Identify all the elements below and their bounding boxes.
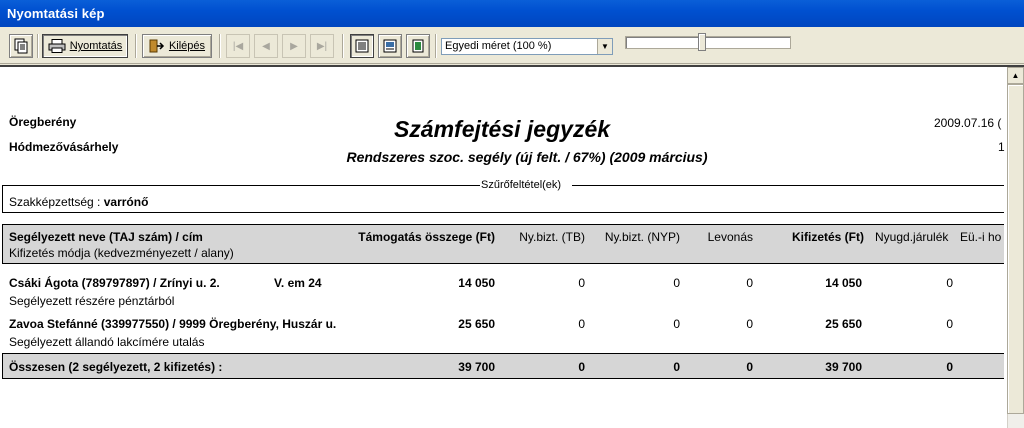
filter-row: Szakképzettség : varrónő bbox=[9, 195, 148, 209]
filter-caption: Szűrőfeltétel(ek) bbox=[481, 179, 562, 191]
row-1-pension: 0 bbox=[946, 276, 953, 290]
row-1-name: Csáki Ágota (789797897) / Zrínyi u. 2. bbox=[9, 276, 220, 290]
row-1-extra: V. em 24 bbox=[274, 276, 322, 290]
report-page: Öregberény Hódmezővásárhely Számfejtési … bbox=[0, 67, 1007, 428]
whole-page-icon bbox=[383, 39, 397, 53]
view-whole-page-button[interactable] bbox=[378, 34, 402, 58]
total-pension: 0 bbox=[946, 360, 953, 374]
window-title: Nyomtatási kép bbox=[7, 6, 105, 21]
header-band-left bbox=[2, 224, 3, 264]
zoom-slider-thumb[interactable] bbox=[698, 33, 706, 51]
exit-door-icon bbox=[149, 39, 165, 53]
print-preview-viewport: Öregberény Hódmezővásárhely Számfejtési … bbox=[0, 65, 1024, 428]
col-header-pension: Nyugd.járulék bbox=[875, 230, 949, 244]
last-page-icon: ▶| bbox=[316, 40, 328, 52]
first-page-icon: |◀ bbox=[232, 40, 244, 52]
row-1-payout: 14 050 bbox=[825, 276, 862, 290]
col-header-name: Segélyezett neve (TAJ szám) / cím bbox=[9, 230, 203, 244]
row-1-support: 14 050 bbox=[458, 276, 495, 290]
exit-button[interactable]: Kilépés bbox=[142, 34, 212, 58]
row-1-deduction: 0 bbox=[746, 276, 753, 290]
scrollbar-thumb[interactable] bbox=[1007, 84, 1024, 414]
col-header-tb: Ny.bizt. (TB) bbox=[519, 230, 585, 244]
toolbar-separator bbox=[37, 34, 39, 58]
previous-page-icon: ◀ bbox=[262, 40, 270, 52]
filter-value: varrónő bbox=[103, 195, 149, 209]
toolbar-separator bbox=[219, 34, 221, 58]
next-page-icon: ▶ bbox=[290, 40, 298, 52]
header-band-bottom bbox=[2, 263, 1004, 264]
total-deduction: 0 bbox=[746, 360, 753, 374]
page-setup-icon bbox=[14, 38, 28, 54]
exit-button-label: Kilépés bbox=[168, 40, 206, 52]
row-1-tb: 0 bbox=[578, 276, 585, 290]
first-page-button[interactable]: |◀ bbox=[226, 34, 250, 58]
toolbar-separator bbox=[435, 34, 437, 58]
row-2-payment-mode: Segélyezett állandó lakcímére utalás bbox=[9, 335, 205, 349]
total-nyp: 0 bbox=[673, 360, 680, 374]
row-1-nyp: 0 bbox=[673, 276, 680, 290]
total-support: 39 700 bbox=[458, 360, 495, 374]
zoom-slider[interactable] bbox=[625, 33, 793, 51]
col-header-health: Eü.-i ho bbox=[960, 230, 1002, 244]
vertical-scrollbar[interactable]: ▲ bbox=[1007, 67, 1024, 428]
zoom-select[interactable]: Egyedi méret (100 %) ▼ bbox=[441, 38, 613, 55]
page-number: 1 bbox=[998, 140, 1005, 154]
printer-icon bbox=[48, 39, 66, 53]
row-2-pension: 0 bbox=[946, 317, 953, 331]
zoom-select-value: Egyedi méret (100 %) bbox=[445, 40, 552, 52]
row-2-support: 25 650 bbox=[458, 317, 495, 331]
col-header-payment-mode: Kifizetés módja (kedvezményezett / alany… bbox=[9, 246, 234, 260]
actual-size-icon bbox=[412, 39, 424, 53]
page-width-icon bbox=[355, 39, 369, 53]
total-payout: 39 700 bbox=[825, 360, 862, 374]
col-header-payout: Kifizetés (Ft) bbox=[792, 230, 864, 244]
total-band-left bbox=[2, 353, 3, 379]
total-tb: 0 bbox=[578, 360, 585, 374]
row-2-tb: 0 bbox=[578, 317, 585, 331]
report-title: Számfejtési jegyzék bbox=[393, 116, 611, 142]
zoom-slider-track[interactable] bbox=[625, 36, 791, 49]
total-band-bottom bbox=[2, 378, 1004, 379]
report-subtitle: Rendszeres szoc. segély (új felt. / 67%)… bbox=[346, 149, 708, 165]
last-page-button[interactable]: ▶| bbox=[310, 34, 334, 58]
filter-box-bottom bbox=[2, 212, 1004, 213]
filter-box-left bbox=[2, 185, 3, 212]
view-actual-size-button[interactable] bbox=[406, 34, 430, 58]
col-header-nyp: Ny.bizt. (NYP) bbox=[604, 230, 680, 244]
row-2-nyp: 0 bbox=[673, 317, 680, 331]
row-2-name: Zavoa Stefánné (339977550) / 9999 Öregbe… bbox=[9, 317, 337, 331]
view-page-width-button[interactable] bbox=[350, 34, 374, 58]
print-button-label: Nyomtatás bbox=[69, 40, 123, 52]
col-header-deduction: Levonás bbox=[707, 230, 753, 244]
report-date: 2009.07.16 ( bbox=[934, 116, 1002, 130]
previous-page-button[interactable]: ◀ bbox=[254, 34, 278, 58]
window-title-bar: Nyomtatási kép bbox=[0, 0, 1024, 27]
page-setup-button[interactable] bbox=[9, 34, 33, 58]
scroll-up-icon[interactable]: ▲ bbox=[1007, 67, 1024, 84]
toolbar-separator bbox=[135, 34, 137, 58]
row-1-payment-mode: Segélyezett részére pénztárból bbox=[9, 294, 175, 308]
print-button[interactable]: Nyomtatás bbox=[42, 34, 128, 58]
chevron-down-icon[interactable]: ▼ bbox=[597, 39, 612, 54]
toolbar-separator bbox=[342, 34, 344, 58]
row-2-deduction: 0 bbox=[746, 317, 753, 331]
row-2-payout: 25 650 bbox=[825, 317, 862, 331]
filter-box-top-right bbox=[572, 185, 1004, 186]
col-header-support: Támogatás összege (Ft) bbox=[358, 230, 495, 244]
filter-box-top-left bbox=[2, 185, 480, 186]
next-page-button[interactable]: ▶ bbox=[282, 34, 306, 58]
filter-label: Szakképzettség : bbox=[9, 195, 104, 209]
total-label: Összesen (2 segélyezett, 2 kifizetés) : bbox=[9, 360, 223, 374]
